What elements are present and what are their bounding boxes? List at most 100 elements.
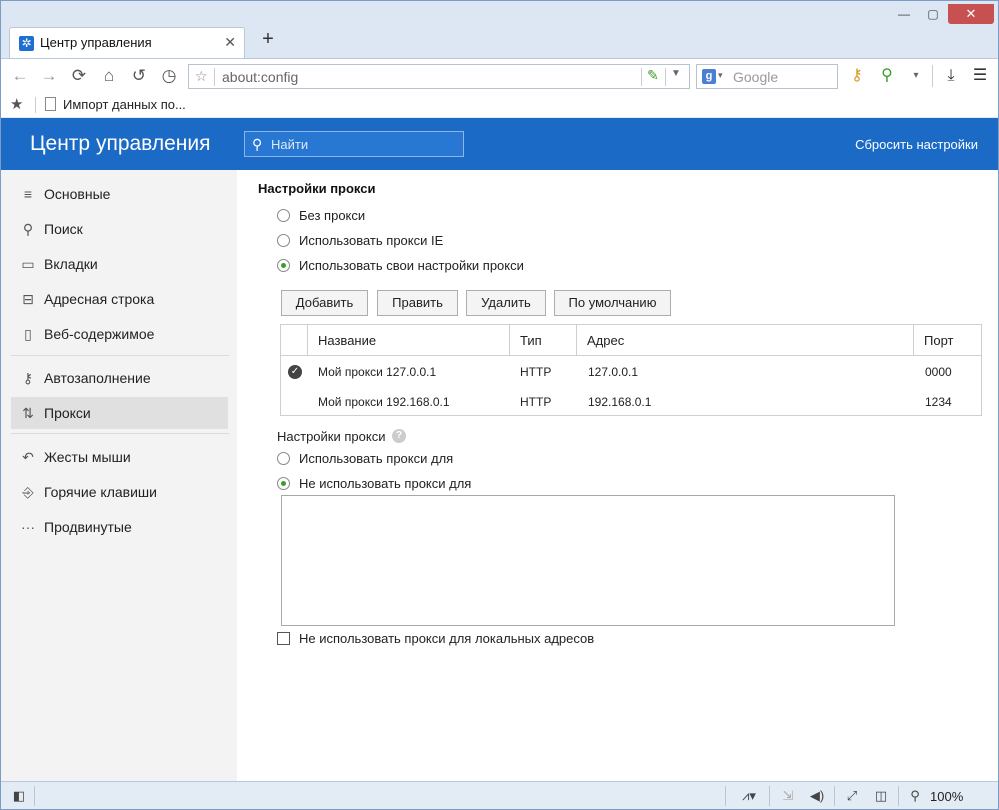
bookmark-import[interactable]: Импорт данных по... — [63, 97, 186, 112]
history-icon[interactable]: ◷ — [158, 66, 180, 86]
default-proxy-button[interactable]: По умолчанию — [554, 290, 671, 316]
table-row[interactable]: Мой прокси 192.168.0.1 HTTP 192.168.0.1 … — [281, 387, 981, 415]
sidebar-item-general[interactable]: ≡ Основные — [11, 178, 228, 210]
browser-window: — ▢ ✕ ✲ Центр управления ✕ + ← → ⟳ ⌂ ↺ ◷… — [0, 0, 999, 810]
bypass-list-textarea[interactable] — [281, 495, 895, 626]
sidebar-item-autofill[interactable]: ⚷ Автозаполнение — [11, 362, 228, 394]
sidebar-toggle-icon[interactable]: ◧ — [11, 788, 27, 804]
radio-button[interactable] — [277, 452, 290, 465]
add-proxy-button[interactable]: Добавить — [281, 290, 368, 316]
page-title: Центр управления — [30, 132, 211, 155]
radio-label: Не использовать прокси для — [299, 476, 472, 491]
checkbox[interactable] — [277, 632, 290, 645]
radio-button-selected[interactable] — [277, 259, 290, 272]
proxy-icon: ⇅ — [22, 405, 34, 421]
search-icon: ⚲ — [252, 136, 263, 152]
edit-proxy-button[interactable]: Править — [377, 290, 458, 316]
toolbar-separator — [932, 65, 933, 87]
settings-sidebar: ≡ Основные ⚲ Поиск ▭ Вкладки ⊟ Адресная … — [1, 170, 237, 781]
column-header-type[interactable]: Тип — [510, 325, 576, 356]
network-monitor-icon[interactable]: ⩘▾ — [736, 788, 762, 804]
close-window-button[interactable]: ✕ — [948, 4, 994, 24]
navigation-toolbar: ← → ⟳ ⌂ ↺ ◷ ☆ about:config ✎ ▼ g ▾ Googl… — [1, 58, 998, 93]
radio-label: Без прокси — [299, 208, 366, 223]
sidebar-item-hotkeys[interactable]: ⎆ Горячие клавиши — [11, 476, 228, 508]
url-separator — [641, 68, 642, 86]
reload-icon[interactable]: ⟳ — [68, 66, 90, 86]
proxy-type: HTTP — [520, 365, 552, 379]
screenshot-icon[interactable]: ⇲ — [779, 788, 797, 804]
column-header-name[interactable]: Название — [308, 325, 508, 356]
back-icon[interactable]: ← — [9, 66, 31, 86]
proxy-address: 192.168.0.1 — [588, 395, 652, 409]
proxy-table: Название Тип Адрес Порт ✓ Мой прокси 127… — [280, 324, 982, 416]
column-header-port[interactable]: Порт — [914, 325, 980, 356]
table-row[interactable]: ✓ Мой прокси 127.0.0.1 HTTP 127.0.0.1 00… — [281, 357, 981, 387]
tabs-icon: ▭ — [21, 256, 35, 272]
volume-icon[interactable]: ◀) — [808, 788, 826, 804]
favorites-star-icon[interactable]: ★ — [10, 95, 23, 113]
radio-button-selected[interactable] — [277, 477, 290, 490]
key-icon[interactable]: ⚷ — [847, 66, 867, 86]
engine-dropdown-icon[interactable]: ▾ — [718, 70, 723, 81]
bookmark-star-icon[interactable]: ☆ — [195, 68, 208, 85]
fullscreen-icon[interactable]: ⤢ — [843, 788, 861, 804]
minimize-button[interactable]: — — [889, 4, 919, 24]
radio-button[interactable] — [277, 234, 290, 247]
tab-title: Центр управления — [40, 35, 152, 50]
sidebar-item-label: Основные — [44, 186, 111, 202]
download-icon[interactable]: ⤓ — [941, 66, 961, 86]
sidebar-item-address-bar[interactable]: ⊟ Адресная строка — [11, 283, 228, 315]
search-icon: ⚲ — [22, 221, 34, 237]
gear-icon: ✲ — [19, 36, 34, 51]
url-text[interactable]: about:config — [222, 69, 298, 85]
address-bar-icon: ⊟ — [22, 291, 34, 307]
check-icon[interactable]: ✓ — [288, 365, 302, 379]
sliders-icon: ≡ — [23, 186, 33, 202]
zoom-icon[interactable]: ⚲ — [906, 788, 924, 804]
status-separator — [898, 786, 899, 806]
page-icon — [45, 97, 56, 111]
forward-icon[interactable]: → — [38, 66, 60, 86]
sidebar-item-proxy[interactable]: ⇅ Прокси — [11, 397, 228, 429]
more-icon: ··· — [21, 519, 35, 535]
tab-control-center[interactable]: ✲ Центр управления ✕ — [9, 27, 245, 58]
maximize-button[interactable]: ▢ — [918, 4, 948, 24]
url-dropdown-icon[interactable]: ▼ — [671, 68, 681, 79]
tab-close-icon[interactable]: ✕ — [224, 34, 236, 51]
undo-close-icon[interactable]: ↺ — [128, 66, 150, 86]
menu-icon[interactable]: ☰ — [970, 66, 990, 86]
radio-button[interactable] — [277, 209, 290, 222]
sidebar-item-advanced[interactable]: ··· Продвинутые — [11, 511, 228, 543]
sidebar-item-web-content[interactable]: ▯ Веб-содержимое — [11, 318, 228, 350]
delete-proxy-button[interactable]: Удалить — [466, 290, 546, 316]
proxy-settings-panel: Настройки прокси Без прокси Использовать… — [237, 170, 998, 781]
sidebar-item-tabs[interactable]: ▭ Вкладки — [11, 248, 228, 280]
settings-search-input[interactable]: ⚲ Найти — [244, 131, 464, 157]
sidebar-item-mouse-gestures[interactable]: ↶ Жесты мыши — [11, 441, 228, 473]
bookmarks-bar: ★ Импорт данных по... — [1, 93, 998, 117]
url-separator — [214, 68, 215, 86]
sidebar-item-search[interactable]: ⚲ Поиск — [11, 213, 228, 245]
address-bar[interactable]: ☆ about:config ✎ ▼ — [188, 64, 690, 89]
sidebar-item-label: Адресная строка — [44, 291, 155, 307]
search-bar[interactable]: g ▾ Google — [696, 64, 838, 89]
new-tab-button[interactable]: + — [258, 28, 278, 51]
proxy-address: 127.0.0.1 — [588, 365, 639, 379]
column-header-address[interactable]: Адрес — [577, 325, 912, 356]
sidebar-item-label: Вкладки — [44, 256, 98, 272]
home-icon[interactable]: ⌂ — [98, 66, 120, 86]
split-screen-icon[interactable]: ◫ — [872, 788, 890, 804]
user-icon[interactable]: ⚲ — [877, 66, 897, 86]
hotkey-icon: ⎆ — [22, 484, 34, 500]
bookmarks-separator — [35, 97, 36, 113]
sidebar-item-label: Прокси — [44, 405, 91, 421]
reset-settings-link[interactable]: Сбросить настройки — [855, 137, 978, 152]
speed-mode-icon[interactable]: ✎ — [647, 67, 659, 84]
google-icon[interactable]: g — [702, 69, 716, 84]
more-tools-icon[interactable]: ▾ — [906, 66, 926, 86]
sidebar-item-label: Продвинутые — [44, 519, 132, 535]
help-icon[interactable]: ? — [392, 429, 406, 443]
search-input[interactable]: Google — [733, 69, 778, 85]
zoom-level[interactable]: 100% — [930, 789, 963, 804]
